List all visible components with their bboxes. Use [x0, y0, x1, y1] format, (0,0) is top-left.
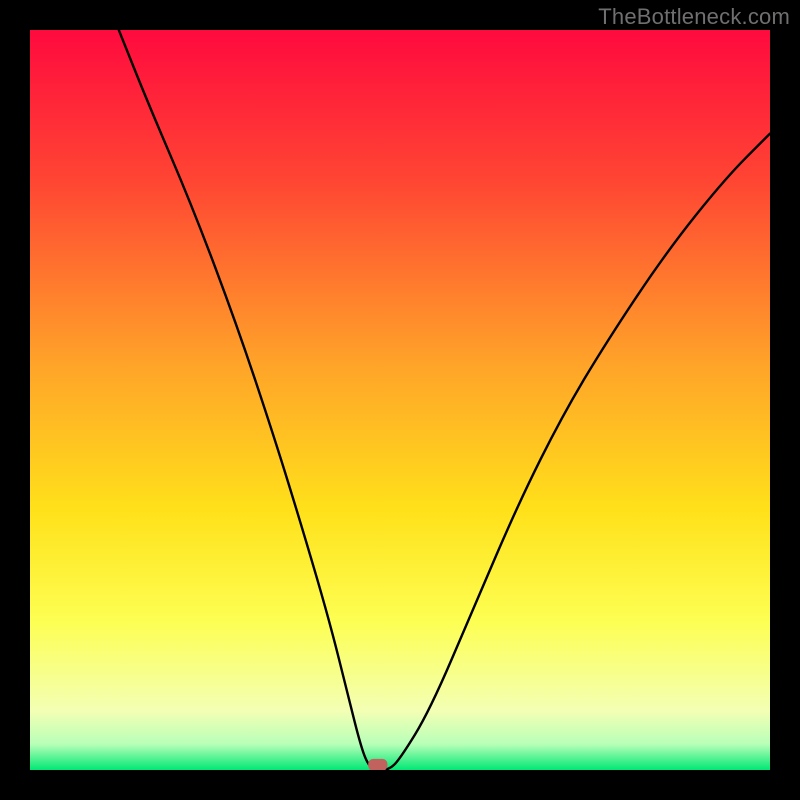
chart-frame: TheBottleneck.com	[0, 0, 800, 800]
bottleneck-chart	[30, 30, 770, 770]
plot-background	[30, 30, 770, 770]
watermark-text: TheBottleneck.com	[598, 4, 790, 30]
optimum-marker	[368, 759, 387, 770]
